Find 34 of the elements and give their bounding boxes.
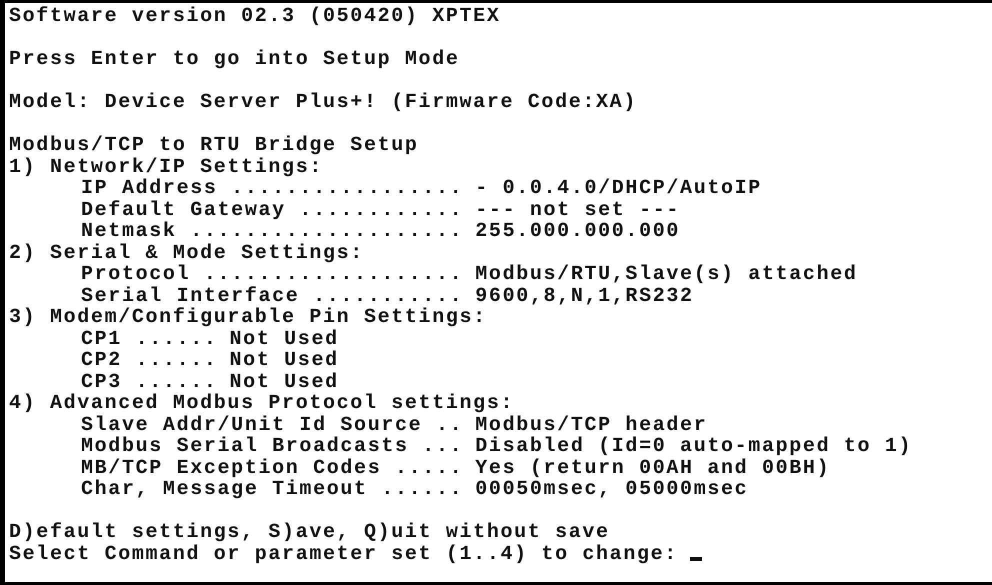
- console-line: Software version 02.3 (050420) XPTEX: [9, 6, 500, 28]
- setting-value: Modbus/RTU,Slave(s) attached: [475, 264, 858, 286]
- setting-value: - 0.0.4.0/DHCP/AutoIP: [475, 178, 762, 200]
- setting-label: CP1 ......: [81, 328, 218, 350]
- setting-value: Modbus/TCP header: [475, 414, 708, 436]
- setting-label: Modbus Serial Broadcasts ...: [81, 436, 464, 458]
- section-heading: 2) Serial & Mode Settings:: [9, 242, 364, 264]
- setting-label: CP2 ......: [81, 350, 218, 372]
- setting-value: Not Used: [230, 372, 339, 393]
- setting-value: Not Used: [230, 328, 339, 350]
- setting-label: Netmask ....................: [81, 221, 464, 242]
- section-heading: 4) Advanced Modbus Protocol settings:: [9, 393, 514, 414]
- command-menu: D)efault settings, S)ave, Q)uit without save: [9, 522, 610, 544]
- setting-label: CP3 ......: [81, 372, 218, 393]
- setting-label: Slave Addr/Unit Id Source ..: [81, 414, 464, 436]
- setting-value: Not Used: [230, 350, 339, 372]
- section-heading: 1) Network/IP Settings:: [9, 156, 323, 178]
- setting-label: Default Gateway ............: [81, 200, 464, 221]
- setting-value: --- not set ---: [475, 200, 680, 221]
- setting-label: Protocol ...................: [81, 264, 464, 286]
- command-prompt: Select Command or parameter set (1..4) to change:: [9, 544, 678, 565]
- setting-label: MB/TCP Exception Codes .....: [81, 458, 464, 479]
- console-line: Press Enter to go into Setup Mode: [9, 49, 460, 70]
- setting-value: Disabled (Id=0 auto-mapped to 1): [475, 436, 912, 458]
- setting-value: 00050msec, 05000msec: [475, 479, 748, 500]
- setting-value: Yes (return 00AH and 00BH): [475, 458, 830, 479]
- setting-value: 255.000.000.000: [475, 221, 680, 242]
- setting-label: Serial Interface ...........: [81, 286, 464, 307]
- section-heading: 3) Modem/Configurable Pin Settings:: [9, 307, 487, 328]
- setting-label: Char, Message Timeout ......: [81, 479, 464, 500]
- setting-label: IP Address .................: [81, 178, 464, 200]
- console-line: Model: Device Server Plus+! (Firmware Code:XA): [9, 92, 637, 114]
- setup-title: Modbus/TCP to RTU Bridge Setup: [9, 135, 419, 156]
- setting-value: 9600,8,N,1,RS232: [475, 286, 694, 307]
